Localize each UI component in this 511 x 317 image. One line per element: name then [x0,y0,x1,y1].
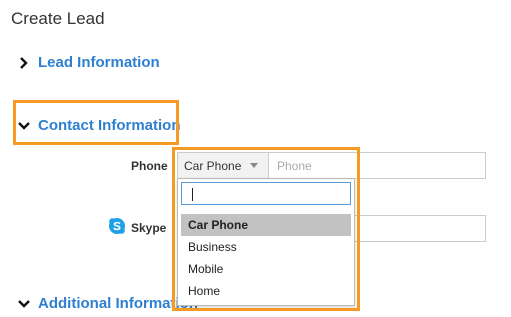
skype-icon [109,218,125,234]
phone-number-input[interactable] [269,153,485,178]
phone-label: Phone [131,159,168,173]
annotation-highlight-contact [13,100,179,145]
skype-input[interactable] [350,215,486,242]
chevron-right-icon [20,56,28,69]
caret-down-icon [250,163,259,168]
phone-type-value: Car Phone [184,158,242,173]
phone-field: Car Phone [177,152,486,179]
chevron-down-icon [18,299,30,308]
dropdown-option-mobile[interactable]: Mobile [181,258,351,280]
phone-type-dropdown: Car Phone Business Mobile Home [177,178,355,306]
section-additional-information[interactable]: Additional Information [18,295,198,312]
skype-label: Skype [131,221,167,235]
dropdown-option-business[interactable]: Business [181,236,351,258]
dropdown-search-input[interactable] [181,182,351,205]
section-label: Additional Information [38,295,198,312]
page-title: Create Lead [11,9,105,28]
dropdown-option-home[interactable]: Home [181,280,351,302]
phone-type-select[interactable]: Car Phone [178,153,269,178]
section-label: Lead Information [38,54,160,71]
section-lead-information[interactable]: Lead Information [18,54,160,71]
text-cursor [192,188,193,201]
dropdown-option-car-phone[interactable]: Car Phone [181,214,351,236]
